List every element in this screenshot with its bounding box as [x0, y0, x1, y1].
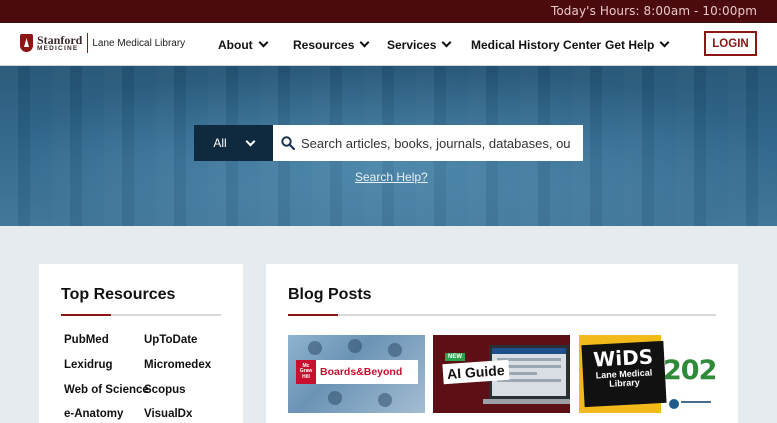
hero-search-banner: All Search Help?: [0, 66, 777, 226]
logo-stanford-text: Stanford: [37, 32, 83, 47]
chevron-down-icon: [258, 37, 269, 48]
logo-divider: [87, 33, 89, 53]
search-icon: [281, 136, 295, 150]
top-resources-title: Top Resources: [61, 286, 176, 303]
nav-get-help[interactable]: Get Help: [605, 23, 670, 66]
nav-services-label: Services: [387, 37, 437, 52]
resource-link-web-of-science[interactable]: Web of Science: [64, 384, 149, 396]
stanford-shield-icon: [20, 34, 33, 52]
search-scope-select[interactable]: All: [194, 125, 273, 161]
resource-link-e-anatomy[interactable]: e-Anatomy: [64, 408, 123, 420]
search-input[interactable]: [301, 135, 571, 151]
section-divider: [61, 314, 221, 316]
wids-library-text: Lane Medical Library: [595, 367, 653, 390]
blog-post-ai-guide[interactable]: NEW AI Guide: [433, 335, 570, 413]
nav-history-label: Medical History Center: [471, 37, 602, 52]
search-box: [273, 125, 583, 161]
blog-post-boards-beyond[interactable]: Mc Graw Hill Boards&Beyond: [288, 335, 425, 413]
wids-text: WiDS: [592, 344, 654, 372]
new-badge: NEW: [445, 353, 465, 361]
nav-medical-history-center[interactable]: Medical History Center: [471, 23, 601, 66]
nav-help-label: Get Help: [605, 37, 655, 52]
section-divider: [288, 314, 716, 316]
site-header: Stanford MEDICINE Lane Medical Library A…: [0, 23, 777, 66]
blog-post-wids-2025[interactable]: WiDS Lane Medical Library 2025: [579, 335, 716, 413]
search-scope-value: All: [213, 136, 227, 150]
top-resources-card: Top Resources PubMed UpToDate Lexidrug M…: [39, 264, 243, 423]
stanford-medicine-logo[interactable]: Stanford MEDICINE Lane Medical Library: [20, 32, 185, 54]
chevron-down-icon: [359, 37, 370, 48]
logo-library-name: Lane Medical Library: [92, 37, 186, 49]
logo-medicine-text: MEDICINE: [37, 44, 79, 52]
resource-link-lexidrug[interactable]: Lexidrug: [64, 359, 113, 371]
nav-about-label: About: [218, 37, 253, 52]
boards-beyond-text: Boards&Beyond: [320, 366, 403, 378]
todays-hours: Today's Hours: 8:00am - 10:00pm: [550, 4, 757, 18]
hours-bar: Today's Hours: 8:00am - 10:00pm: [0, 0, 777, 23]
nav-resources-label: Resources: [293, 37, 355, 52]
mcgraw-hill-logo: Mc Graw Hill: [296, 360, 316, 384]
nav-services[interactable]: Services: [387, 23, 452, 66]
chevron-down-icon: [245, 136, 256, 146]
wids-panel: WiDS Lane Medical Library: [581, 340, 667, 408]
search-help-link[interactable]: Search Help?: [355, 170, 428, 184]
blog-posts-card: Blog Posts Mc Graw Hill Boards&Beyond NE…: [266, 264, 738, 423]
nav-about[interactable]: About: [218, 23, 269, 66]
resource-link-scopus[interactable]: Scopus: [144, 384, 186, 396]
wids-year-text: 2025: [663, 355, 716, 386]
login-button[interactable]: LOGIN: [704, 31, 757, 56]
nav-resources[interactable]: Resources: [293, 23, 370, 66]
resource-link-visualdx[interactable]: VisualDx: [144, 408, 192, 420]
resource-link-uptodate[interactable]: UpToDate: [144, 334, 197, 346]
resource-link-pubmed[interactable]: PubMed: [64, 334, 109, 346]
chevron-down-icon: [441, 37, 452, 48]
chevron-down-icon: [659, 37, 670, 48]
seal-icon: [669, 399, 679, 409]
resource-link-micromedex[interactable]: Micromedex: [144, 359, 211, 371]
blog-posts-title: Blog Posts: [288, 286, 372, 303]
